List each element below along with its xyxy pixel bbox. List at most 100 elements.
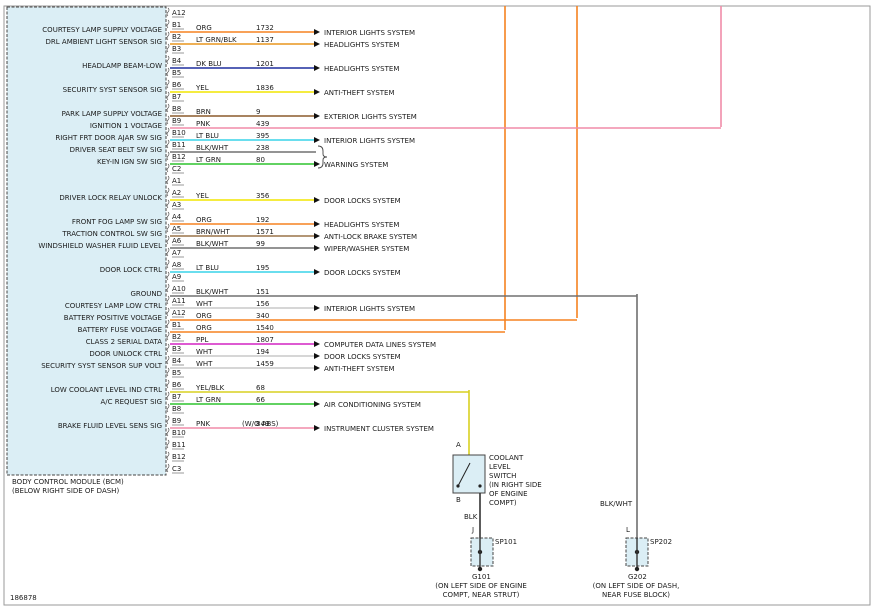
destination-system: DOOR LOCKS SYSTEM bbox=[324, 269, 401, 277]
connector-mark bbox=[166, 271, 170, 281]
figure-id: 186878 bbox=[10, 594, 37, 602]
pin-id: A4 bbox=[172, 213, 182, 221]
pin-row: A1 bbox=[166, 175, 184, 186]
circuit-number: 99 bbox=[256, 240, 265, 248]
pin-function-label: DRIVER LOCK RELAY UNLOCK bbox=[59, 194, 162, 202]
wire-color-label: LT GRN bbox=[196, 396, 221, 404]
pin-id: B4 bbox=[172, 357, 182, 365]
switch-pin-top: A bbox=[456, 441, 461, 449]
connector-mark bbox=[166, 139, 170, 149]
connector-mark bbox=[166, 283, 170, 293]
splice-sp202: L SP202 G202 (ON LEFT SIDE OF DASH, NEAR… bbox=[593, 526, 680, 599]
circuit-number: 340 bbox=[256, 312, 269, 320]
switch-name-1: COOLANT bbox=[489, 454, 524, 462]
wire-color-label: BLK/WHT bbox=[196, 288, 229, 296]
arrow-head bbox=[314, 245, 320, 251]
pin-id: A10 bbox=[172, 285, 186, 293]
pin-id: B12 bbox=[172, 153, 186, 161]
wire-color-label: PNK bbox=[196, 120, 210, 128]
destination-system: HEADLIGHTS SYSTEM bbox=[324, 65, 399, 73]
pin-function-label: BATTERY FUSE VOLTAGE bbox=[78, 326, 162, 334]
arrow-head bbox=[314, 113, 320, 119]
circuit-number: 356 bbox=[256, 192, 270, 200]
pin-id: B7 bbox=[172, 93, 181, 101]
pin-id: A7 bbox=[172, 249, 181, 257]
arrow-head bbox=[314, 41, 320, 47]
pin-row: A12 bbox=[166, 7, 186, 18]
circuit-number: 238 bbox=[256, 144, 269, 152]
wire-color-label: YEL bbox=[195, 84, 209, 92]
wire-color-label: BLK/WHT bbox=[196, 144, 229, 152]
wire-color-label: WHT bbox=[196, 360, 213, 368]
pin-id: A1 bbox=[172, 177, 181, 185]
destination-system: AIR CONDITIONING SYSTEM bbox=[324, 401, 421, 409]
ground-wire-label: BLK/WHT bbox=[600, 500, 633, 508]
destination-system: DOOR LOCKS SYSTEM bbox=[324, 353, 401, 361]
circuit-number: 80 bbox=[256, 156, 265, 164]
wire-color-label: DK BLU bbox=[196, 60, 222, 68]
pin-id: B6 bbox=[172, 381, 182, 389]
connector-mark bbox=[166, 403, 170, 413]
splice-id: SP101 bbox=[495, 538, 517, 546]
arrow-head bbox=[314, 29, 320, 35]
circuit-number: 439 bbox=[256, 120, 269, 128]
wire-color-label: ORG bbox=[196, 216, 212, 224]
pin-function-label: KEY-IN IGN SW SIG bbox=[97, 158, 162, 166]
pin-id: B11 bbox=[172, 441, 186, 449]
circuit-number: 156 bbox=[256, 300, 270, 308]
connector-mark bbox=[166, 163, 170, 173]
circuit-number: 1571 bbox=[256, 228, 274, 236]
splice-pin: J bbox=[471, 526, 474, 534]
pin-row: C3 bbox=[166, 463, 184, 474]
connector-mark bbox=[166, 127, 170, 137]
connector-mark bbox=[166, 415, 170, 425]
arrow-head bbox=[314, 89, 320, 95]
connector-mark bbox=[166, 319, 170, 329]
destination-system: ANTI-THEFT SYSTEM bbox=[324, 365, 395, 373]
pin-function-label: GROUND bbox=[130, 290, 162, 298]
coolant-level-switch: A COOLANT LEVEL SWITCH (IN RIGHT SIDE OF… bbox=[452, 390, 542, 538]
wire-note: (W/O ABS) bbox=[242, 420, 279, 428]
circuit-number: 395 bbox=[256, 132, 269, 140]
connector-mark bbox=[166, 451, 170, 461]
connector-mark bbox=[166, 259, 170, 269]
pin-id: A2 bbox=[172, 189, 181, 197]
pin-function-label: RIGHT FRT DOOR AJAR SW SIG bbox=[55, 134, 162, 142]
splice-pin: L bbox=[626, 526, 630, 534]
circuit-number: 1540 bbox=[256, 324, 274, 332]
pin-id: C2 bbox=[172, 165, 181, 173]
pin-id: B5 bbox=[172, 69, 181, 77]
pin-id: A11 bbox=[172, 297, 186, 305]
pin-id: B5 bbox=[172, 369, 181, 377]
connector-mark bbox=[166, 211, 170, 221]
wire-color-label: ORG bbox=[196, 24, 212, 32]
upper-wiring bbox=[504, 6, 722, 330]
connector-mark bbox=[166, 247, 170, 257]
wiring-diagram: BODY CONTROL MODULE (BCM) (BELOW RIGHT S… bbox=[3, 5, 871, 606]
pin-id: B9 bbox=[172, 117, 181, 125]
wire-color-label: PPL bbox=[196, 336, 208, 344]
ground-id: G101 bbox=[472, 573, 491, 581]
wire-color-label: BLK/WHT bbox=[196, 240, 229, 248]
pin-id: A12 bbox=[172, 9, 186, 17]
pin-id: B2 bbox=[172, 33, 181, 41]
pin-id: B2 bbox=[172, 333, 181, 341]
wire-color-label: ORG bbox=[196, 312, 212, 320]
destination-system: COMPUTER DATA LINES SYSTEM bbox=[324, 341, 436, 349]
pin-function-label: FRONT FOG LAMP SW SIG bbox=[72, 218, 162, 226]
connector-mark bbox=[166, 355, 170, 365]
pin-function-label: HEADLAMP BEAM-LOW bbox=[82, 62, 162, 70]
pin-function-label: COURTESY LAMP LOW CTRL bbox=[65, 302, 162, 310]
pin-id: B3 bbox=[172, 45, 181, 53]
wire-color-label: LT GRN bbox=[196, 156, 221, 164]
pin-function-label: BATTERY POSITIVE VOLTAGE bbox=[64, 314, 162, 322]
pin-row: B12 bbox=[166, 451, 186, 462]
pin-id: B10 bbox=[172, 429, 186, 437]
connector-mark bbox=[166, 307, 170, 317]
wire-color-label: YEL/BLK bbox=[195, 384, 225, 392]
connector-mark bbox=[166, 175, 170, 185]
connector-mark bbox=[166, 427, 170, 437]
pin-id: B12 bbox=[172, 453, 186, 461]
switch-name-4: (IN RIGHT SIDE bbox=[489, 481, 542, 489]
destination-system: DOOR LOCKS SYSTEM bbox=[324, 197, 401, 205]
